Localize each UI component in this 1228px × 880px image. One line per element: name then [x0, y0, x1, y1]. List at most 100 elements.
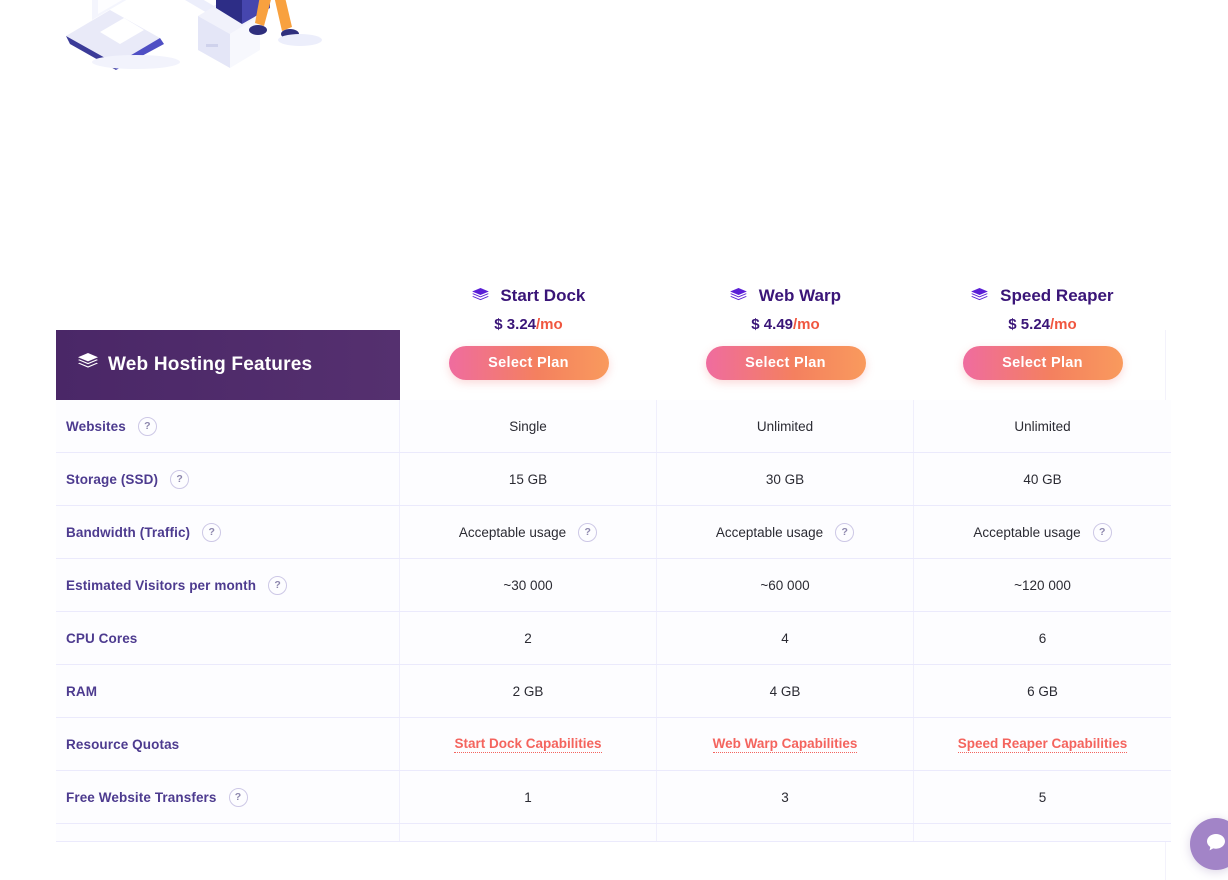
cell-value: 1: [524, 789, 532, 805]
table-row: Storage (SSD)? 15 GB 30 GB 40 GB: [56, 453, 1171, 506]
value-cell: ~30 000: [400, 559, 657, 611]
value-cell: 6 GB: [914, 665, 1171, 717]
value-cell: 5: [914, 771, 1171, 823]
feature-cell: Estimated Visitors per month?: [56, 559, 400, 611]
value-cell: Acceptable usage?: [914, 506, 1171, 558]
value-cell: 4: [657, 612, 914, 664]
value-cell: [400, 824, 657, 841]
plan-price: $ 5.24/mo: [914, 316, 1171, 333]
table-row: RAM 2 GB 4 GB 6 GB: [56, 665, 1171, 718]
feature-cell: Websites?: [56, 400, 400, 452]
help-icon[interactable]: ?: [137, 416, 157, 436]
plan-price-period: /mo: [1050, 316, 1077, 333]
feature-label: Free Website Transfers: [66, 789, 217, 805]
cell-value: Acceptable usage: [973, 524, 1081, 540]
plan-name-label: Speed Reaper: [1000, 286, 1114, 305]
select-plan-button-start-dock[interactable]: Select Plan: [448, 346, 609, 380]
table-row: Estimated Visitors per month? ~30 000 ~60 …: [56, 559, 1171, 612]
cell-value: ~120 000: [1014, 577, 1071, 593]
value-wrapper: 6: [1039, 631, 1047, 646]
value-wrapper: 5: [1039, 790, 1047, 805]
feature-label: RAM: [66, 683, 98, 699]
feature-label: Bandwidth (Traffic): [66, 524, 191, 540]
value-cell: Acceptable usage?: [400, 506, 657, 558]
select-plan-button-speed-reaper[interactable]: Select Plan: [962, 346, 1123, 380]
value-cell: 4 GB: [657, 665, 914, 717]
plan-price-amount: $ 3.24: [494, 316, 537, 333]
value-cell: [657, 824, 914, 841]
capabilities-link[interactable]: Web Warp Capabilities: [712, 736, 858, 753]
chat-widget-button[interactable]: [1190, 818, 1228, 870]
cell-value: ~60 000: [760, 577, 810, 593]
feature-label: Storage (SSD): [66, 471, 159, 487]
hosting-illustration: [48, 0, 338, 70]
cell-value: 5: [1038, 789, 1047, 805]
value-wrapper: 6 GB: [1027, 684, 1058, 699]
cell-value: 30 GB: [765, 471, 805, 487]
value-cell: 30 GB: [657, 453, 914, 505]
help-icon[interactable]: ?: [835, 522, 855, 542]
plan-header-web-warp: Web Warp $ 4.49/mo Select Plan: [657, 286, 914, 400]
capabilities-link[interactable]: Start Dock Capabilities: [454, 736, 602, 753]
value-wrapper: 40 GB: [1023, 472, 1061, 487]
help-icon[interactable]: ?: [578, 522, 598, 542]
feature-label: Estimated Visitors per month: [66, 577, 257, 593]
help-icon[interactable]: ?: [268, 575, 288, 595]
plan-header-speed-reaper: Speed Reaper $ 5.24/mo Select Plan: [914, 286, 1171, 400]
value-wrapper: 4 GB: [770, 684, 801, 699]
cell-value: Acceptable usage: [715, 524, 824, 540]
value-wrapper: 2 GB: [513, 684, 544, 699]
cell-value: 2 GB: [512, 683, 544, 699]
plan-header-start-dock: Start Dock $ 3.24/mo Select Plan: [400, 286, 657, 400]
value-cell: Acceptable usage?: [657, 506, 914, 558]
cell-value: 4: [781, 630, 789, 646]
features-header-label: Web Hosting Features: [108, 354, 313, 375]
help-icon[interactable]: ?: [170, 469, 190, 489]
feature-cell: Free Website Transfers?: [56, 771, 400, 823]
feature-cell: [56, 824, 400, 841]
value-cell: ~120 000: [914, 559, 1171, 611]
plan-price-amount: $ 5.24: [1008, 316, 1051, 333]
value-wrapper: ~30 000: [503, 578, 552, 593]
cell-value: 3: [781, 789, 789, 805]
cell-value: 4 GB: [769, 683, 801, 699]
plan-price-period: /mo: [536, 316, 563, 333]
capabilities-link[interactable]: Speed Reaper Capabilities: [957, 736, 1128, 753]
table-row-partial: [56, 824, 1171, 842]
value-cell: 15 GB: [400, 453, 657, 505]
stack-icon: [971, 288, 993, 307]
value-wrapper: Speed Reaper Capabilities: [957, 736, 1128, 753]
table-body: Websites? Single Unlimited Unlimited Storage…: [56, 400, 1171, 824]
value-cell: 2 GB: [400, 665, 657, 717]
table-row: Bandwidth (Traffic)? Acceptable usage? Acc…: [56, 506, 1171, 559]
select-plan-button-web-warp[interactable]: Select Plan: [705, 346, 866, 380]
feature-cell: CPU Cores: [56, 612, 400, 664]
help-icon[interactable]: ?: [1092, 522, 1112, 542]
cell-value: 6 GB: [1027, 683, 1058, 699]
value-cell: Start Dock Capabilities: [400, 718, 657, 770]
value-cell: Web Warp Capabilities: [657, 718, 914, 770]
cell-value: 15 GB: [508, 471, 548, 487]
value-cell: 2: [400, 612, 657, 664]
cell-value: 6: [1038, 630, 1047, 646]
value-cell: ~60 000: [657, 559, 914, 611]
help-icon[interactable]: ?: [228, 787, 248, 807]
value-wrapper: Start Dock Capabilities: [454, 736, 602, 753]
stack-icon: [471, 288, 494, 307]
plan-price-amount: $ 4.49: [751, 316, 794, 333]
plan-name-label: Start Dock: [500, 286, 586, 305]
value-wrapper: 30 GB: [766, 472, 804, 487]
value-wrapper: 1: [524, 790, 532, 805]
feature-label: Resource Quotas: [66, 736, 180, 752]
value-cell: [914, 824, 1171, 841]
value-wrapper: ~60 000: [760, 578, 809, 593]
help-icon[interactable]: ?: [202, 522, 222, 542]
value-wrapper: ~120 000: [1014, 578, 1071, 593]
value-cell: Unlimited: [914, 400, 1171, 452]
features-header-cell: Web Hosting Features: [56, 330, 400, 400]
table-row: Resource Quotas Start Dock Capabilities We…: [56, 718, 1171, 771]
plan-name: Start Dock: [400, 286, 657, 308]
feature-cell: Storage (SSD)?: [56, 453, 400, 505]
value-cell: Speed Reaper Capabilities: [914, 718, 1171, 770]
table-row: CPU Cores 2 4 6: [56, 612, 1171, 665]
